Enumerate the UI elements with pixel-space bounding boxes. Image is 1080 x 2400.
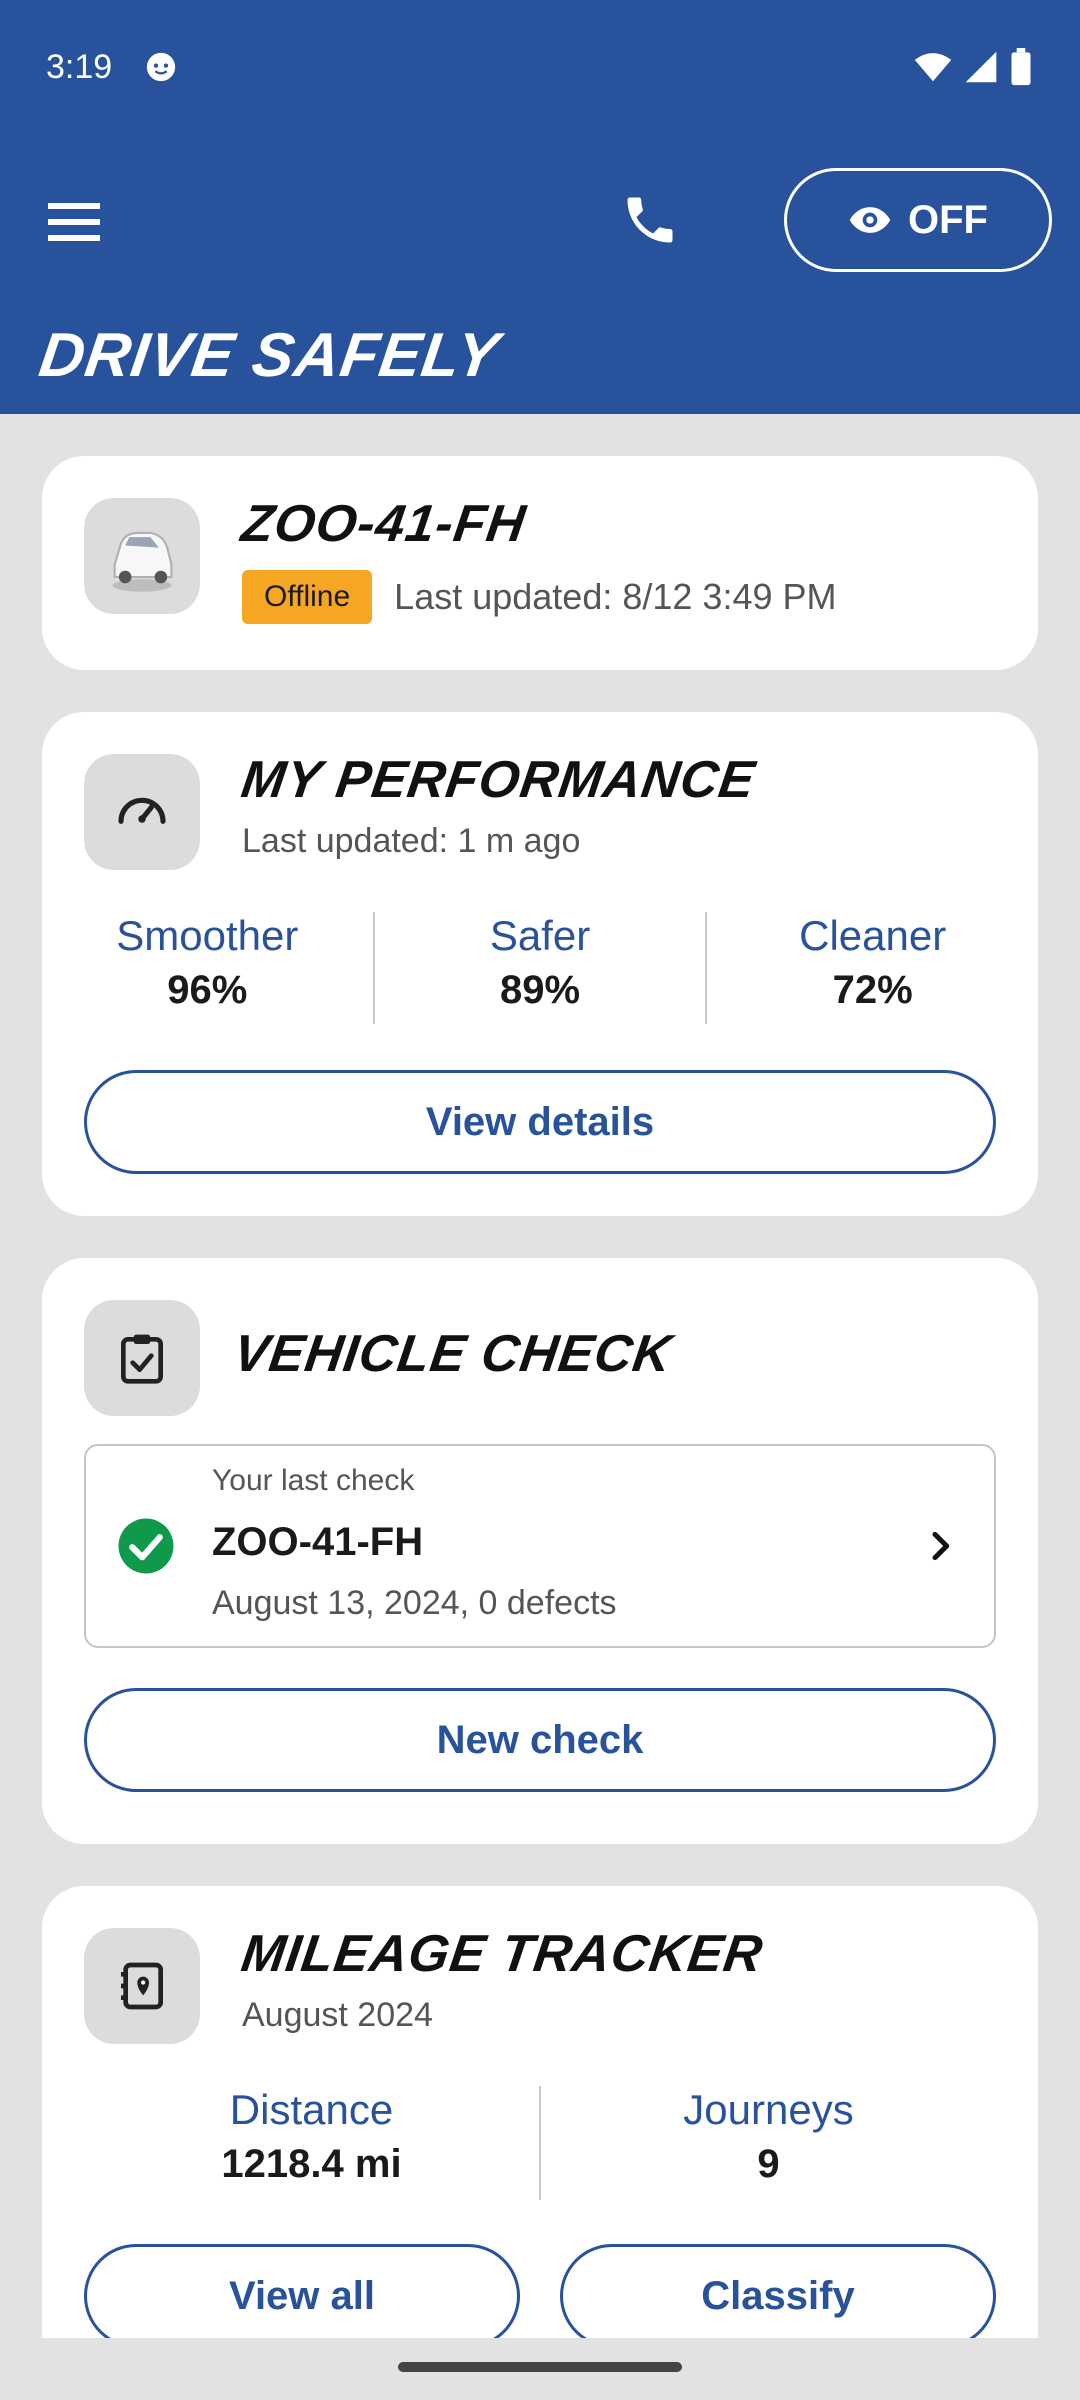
mileage-period: August 2024 — [242, 1996, 433, 2034]
stat-label: Smoother — [116, 912, 299, 959]
stat-label: Cleaner — [799, 912, 947, 959]
eye-toggle-button[interactable]: OFF — [784, 168, 1052, 272]
map-book-icon — [121, 1962, 163, 2010]
last-check-plate: ZOO-41-FH — [212, 1520, 424, 1564]
vehicle-status-row: Offline Last updated: 8/12 3:49 PM — [242, 570, 837, 624]
vehicle-card[interactable]: ZOO-41-FH Offline Last updated: 8/12 3:4… — [42, 456, 1038, 670]
last-check-item[interactable]: Your last check ZOO-41-FH August 13, 202… — [84, 1444, 996, 1648]
stat-cleaner: Cleaner 72% — [707, 912, 1038, 1024]
stat-distance: Distance 1218.4 mi — [84, 2086, 539, 2200]
performance-last-updated: Last updated: 1 m ago — [242, 822, 581, 860]
phone-icon[interactable] — [620, 190, 680, 250]
status-badge: Offline — [242, 570, 373, 624]
stat-value: 9 — [757, 2142, 780, 2186]
eye-toggle-label: OFF — [908, 197, 988, 242]
car-icon — [112, 531, 173, 592]
speedometer-icon — [118, 797, 166, 824]
stat-value: 96% — [167, 968, 248, 1012]
brand-title: DRIVE SAFELY — [35, 321, 504, 390]
last-check-label: Your last check — [212, 1464, 415, 1497]
stat-journeys: Journeys 9 — [541, 2086, 996, 2200]
view-details-button[interactable]: View details — [84, 1070, 996, 1174]
wifi-icon — [914, 53, 952, 82]
stat-value: 89% — [499, 968, 581, 1012]
home-indicator[interactable] — [398, 2362, 682, 2372]
vehicle-avatar — [84, 498, 200, 614]
vehicle-plate: ZOO-41-FH — [237, 495, 530, 553]
view-all-button[interactable]: View all — [84, 2244, 520, 2338]
vehicle-last-updated: Last updated: 8/12 3:49 PM — [394, 576, 837, 617]
notification-icon — [146, 52, 176, 82]
mileage-title: MILEAGE TRACKER — [237, 1925, 767, 1983]
performance-icon-tile — [84, 754, 200, 870]
last-check-detail: August 13, 2024, 0 defects — [212, 1584, 617, 1622]
check-circle-icon — [118, 1518, 174, 1574]
chevron-right-icon — [932, 1531, 950, 1561]
classify-button[interactable]: Classify — [560, 2244, 996, 2338]
vehicle-check-icon-tile — [84, 1300, 200, 1416]
status-time: 3:19 — [46, 48, 113, 86]
stat-label: Journeys — [683, 2086, 854, 2133]
status-bar: 3:19 — [0, 0, 1080, 138]
stat-value: 72% — [832, 968, 913, 1012]
new-check-button[interactable]: New check — [84, 1688, 996, 1792]
performance-stats: Smoother 96% Safer 89% Cleaner 72% — [42, 912, 1038, 1024]
status-icons — [914, 48, 1032, 86]
menu-icon[interactable] — [44, 196, 104, 246]
stat-value: 1218.4 mi — [221, 2142, 402, 2186]
vehicle-check-card: VEHICLE CHECK Your last check ZOO-41-FH … — [42, 1258, 1038, 1844]
mileage-card: MILEAGE TRACKER August 2024 Distance 121… — [42, 1886, 1038, 2338]
clipboard-check-icon — [121, 1334, 163, 1384]
stat-label: Distance — [229, 2086, 394, 2133]
performance-title: MY PERFORMANCE — [237, 751, 759, 809]
signal-icon — [965, 51, 997, 83]
app-header: 3:19 OFF DRIVE SAFELY — [0, 0, 1080, 414]
mileage-stats: Distance 1218.4 mi Journeys 9 — [42, 2086, 1038, 2200]
stat-smoother: Smoother 96% — [42, 912, 373, 1024]
performance-card: MY PERFORMANCE Last updated: 1 m ago Smo… — [42, 712, 1038, 1216]
mileage-icon-tile — [84, 1928, 200, 2044]
eye-icon — [849, 207, 891, 233]
battery-icon — [1011, 48, 1031, 86]
stat-safer: Safer 89% — [375, 912, 706, 1024]
vehicle-check-title: VEHICLE CHECK — [229, 1325, 676, 1383]
stat-label: Safer — [489, 912, 591, 959]
